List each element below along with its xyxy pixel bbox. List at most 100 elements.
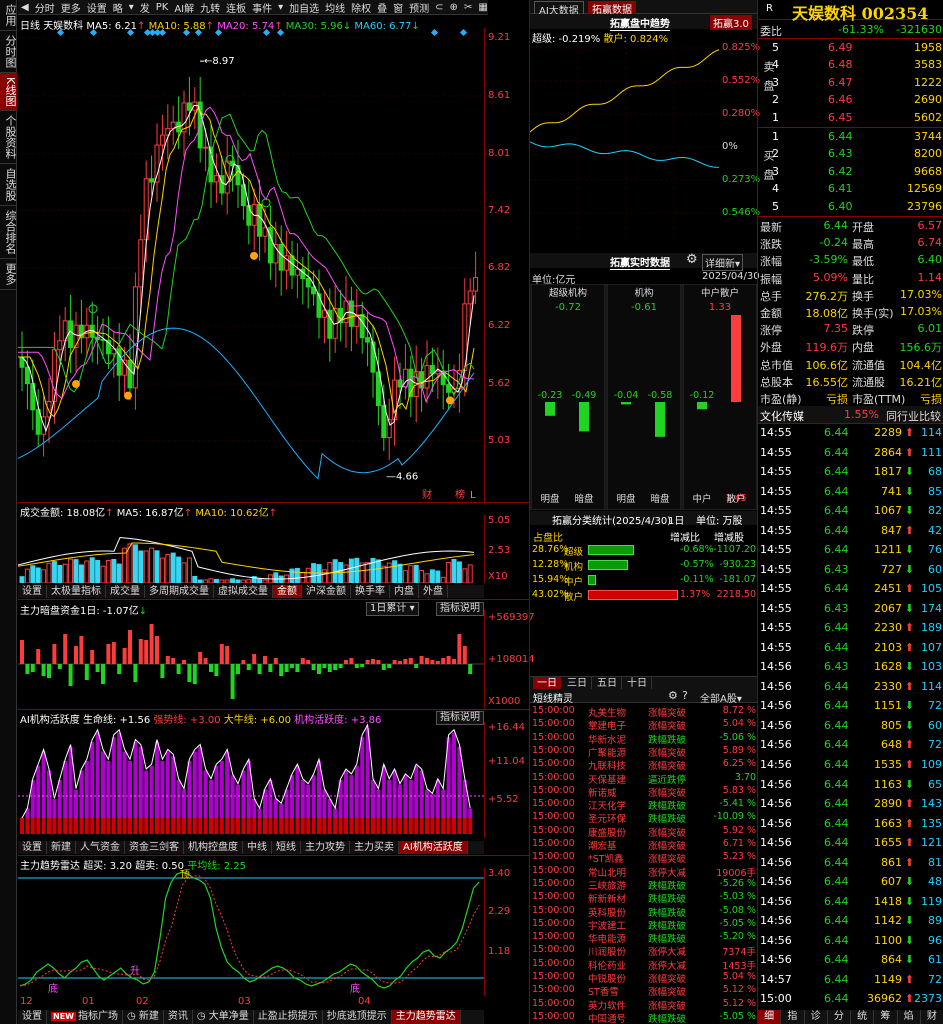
- event-diamond-icon[interactable]: [158, 28, 167, 37]
- volume-tab-0[interactable]: 设置: [18, 585, 47, 598]
- tick-row[interactable]: 14:56 6.44 1100 ⬇ 96: [758, 932, 943, 949]
- tick-row[interactable]: 14:55 6.44 741 ⬇ 85: [758, 483, 943, 500]
- event-diamond-icon[interactable]: [56, 28, 65, 37]
- bottom-tab-1[interactable]: NEW 指标广场: [47, 1010, 123, 1024]
- bottom-tab-5[interactable]: 止盈止损提示: [254, 1010, 323, 1024]
- event-diamond-icon[interactable]: [459, 28, 468, 37]
- sprite-row[interactable]: 15:00:00 科伦药业 涨停大减 1453手: [530, 957, 758, 972]
- industry-compare-link[interactable]: 同行业比较: [886, 408, 941, 424]
- ask-row[interactable]: 2 6.46 2690: [758, 91, 943, 108]
- tick-row[interactable]: 14:56 6.44 648 ⬆ 72: [758, 736, 943, 753]
- sprite-row[interactable]: 15:00:00 潮宏基 涨幅突破 6.71 %: [530, 837, 758, 852]
- event-diamond-icon[interactable]: [182, 28, 191, 37]
- detail-dropdown[interactable]: 详细新▾: [702, 254, 744, 271]
- sprite-row[interactable]: 15:00:00 中锐股份 涨幅突破 5.04 %: [530, 970, 758, 985]
- dropdown-icon[interactable]: ▾: [126, 2, 137, 13]
- toolbar-item-0[interactable]: 分时: [32, 0, 58, 15]
- toolbar-item-4[interactable]: 发: [137, 0, 153, 15]
- sidebar-item-4[interactable]: 自选股: [0, 164, 17, 207]
- sidebar-item-3[interactable]: 个股资料: [0, 111, 17, 165]
- kline-marker-0[interactable]: 财: [422, 488, 432, 501]
- tick-row[interactable]: 14:56 6.44 864 ⬇ 61: [758, 951, 943, 968]
- tick-row[interactable]: 14:56 6.44 1663 ⬆ 135: [758, 815, 943, 832]
- sidebar-item-2[interactable]: K线图: [0, 73, 17, 112]
- event-diamond-icon[interactable]: [214, 28, 223, 37]
- tick-row[interactable]: 14:55 6.44 1211 ⬇ 76: [758, 541, 943, 558]
- volume-tab-7[interactable]: 换手率: [351, 585, 390, 598]
- sprite-row[interactable]: 15:00:00 华新水泥 跌幅跌破 -5.06 %: [530, 731, 758, 746]
- event-diamond-icon[interactable]: [126, 28, 135, 37]
- toolbar-item-6[interactable]: AI解: [171, 0, 197, 15]
- sprite-row[interactable]: 15:00:00 新新新材 跌幅跌破 -5.03 %: [530, 890, 758, 905]
- sprite-row[interactable]: 15:00:00 宇波建工 跌幅跌破 -5.05 %: [530, 917, 758, 932]
- sprite-row[interactable]: 15:00:00 三峡旅游 跌幅跌破 -5.26 %: [530, 877, 758, 892]
- sprite-row[interactable]: 15:00:00 康盛股份 涨幅突破 5.92 %: [530, 824, 758, 839]
- sprite-row[interactable]: 15:00:00 丸美生物 涨幅突破 8.72 %: [530, 704, 758, 719]
- bottom-tab-3[interactable]: 资讯: [164, 1010, 193, 1024]
- volume-tab-9[interactable]: 外盘: [419, 585, 448, 598]
- toolbar-item-5[interactable]: PK: [153, 2, 172, 13]
- ai-tab-7[interactable]: 主力攻势: [301, 841, 350, 854]
- sprite-row[interactable]: 15:00:00 ST香雪 涨幅突破 5.12 %: [530, 983, 758, 998]
- sprite-row[interactable]: 15:00:00 华电能源 跌幅跌破 -5.20 %: [530, 930, 758, 945]
- ai-tab-4[interactable]: 机构控盘度: [184, 841, 243, 854]
- bottom-tab-6[interactable]: 抄底逃顶提示: [323, 1010, 392, 1024]
- ai-tab-3[interactable]: 资金三剑客: [125, 841, 184, 854]
- tick-row[interactable]: 14:55 6.44 2451 ⬆ 105: [758, 580, 943, 597]
- ai-tab-6[interactable]: 短线: [272, 841, 301, 854]
- toolbar-item-11[interactable]: 均线: [322, 0, 348, 15]
- sprite-row[interactable]: 15:00:00 中国通号 跌幅跌破 -5.05 %: [530, 1010, 758, 1024]
- ai-chart[interactable]: [18, 722, 484, 838]
- tick-row[interactable]: 14:56 6.43 1628 ⬇ 103: [758, 658, 943, 675]
- sprite-filter[interactable]: 全部A股▾: [700, 690, 742, 705]
- tick-row[interactable]: 14:55 6.44 1817 ⬇ 68: [758, 463, 943, 480]
- kline-marker-2[interactable]: L: [470, 490, 476, 501]
- quote-tab-3[interactable]: 分: [828, 1010, 851, 1024]
- sprite-row[interactable]: 15:00:00 江天化学 跌幅跌破 -5.41 %: [530, 797, 758, 812]
- tick-row[interactable]: 14:55 6.44 847 ⬆ 42: [758, 522, 943, 539]
- volume-tab-5[interactable]: 金额: [273, 585, 302, 598]
- toolbar-item-8[interactable]: 连板: [223, 0, 249, 15]
- signal-icon[interactable]: [72, 380, 80, 389]
- ai-tab-0[interactable]: 设置: [18, 841, 47, 854]
- signal-icon[interactable]: [250, 251, 258, 260]
- intraday-chart[interactable]: [530, 42, 720, 238]
- grid-icon[interactable]: ▦: [475, 2, 488, 13]
- event-diamond-icon[interactable]: [262, 28, 271, 37]
- bid-row[interactable]: 1 6.44 3744: [758, 128, 943, 145]
- sprite-row[interactable]: 15:00:00 英力软件 涨幅突破 5.12 %: [530, 997, 758, 1012]
- volume-tab-6[interactable]: 沪深金额: [302, 585, 351, 598]
- sprite-row[interactable]: 15:00:00 *ST凯鑫 涨幅突破 5.23 %: [530, 850, 758, 865]
- dropdown-icon[interactable]: ▾: [275, 2, 286, 13]
- toolbar-item-7[interactable]: 九转: [197, 0, 223, 15]
- bottom-tab-4[interactable]: ◷ 大单净量: [193, 1010, 254, 1024]
- capital-chart[interactable]: [18, 616, 484, 708]
- tuoying3-button[interactable]: 拓赢3.0: [710, 15, 752, 30]
- volume-chart[interactable]: [18, 515, 484, 583]
- toolbar-item-15[interactable]: 预测: [406, 0, 432, 15]
- tick-row[interactable]: 14:55 6.44 1067 ⬇ 82: [758, 502, 943, 519]
- cut-icon[interactable]: ✂: [461, 2, 475, 13]
- tick-row[interactable]: 14:56 6.44 861 ⬆ 81: [758, 854, 943, 871]
- quote-tab-2[interactable]: 诊: [805, 1010, 828, 1024]
- sidebar-item-0[interactable]: 应用: [0, 0, 17, 31]
- ai-tab-1[interactable]: 新建: [47, 841, 76, 854]
- tick-row[interactable]: 14:56 6.44 607 ⬇ 48: [758, 873, 943, 890]
- tick-row[interactable]: 14:56 6.44 1535 ⬆ 109: [758, 756, 943, 773]
- bid-row[interactable]: 4 6.41 12569: [758, 180, 943, 197]
- ai-tab-8[interactable]: 主力买卖: [350, 841, 399, 854]
- toolbar-item-13[interactable]: 叠: [374, 0, 390, 15]
- sidebar-item-5[interactable]: 综合排名: [0, 206, 17, 260]
- event-diamond-icon[interactable]: [430, 28, 439, 37]
- quote-tab-7[interactable]: 财: [921, 1010, 943, 1024]
- tick-row[interactable]: 14:55 6.43 727 ⬇ 60: [758, 561, 943, 578]
- sprite-row[interactable]: 15:00:00 常山北明 涨停大减 19006手: [530, 864, 758, 879]
- volume-tab-1[interactable]: 太极量指标: [47, 585, 106, 598]
- gear-icon[interactable]: ⚙: [686, 252, 698, 267]
- sprite-row[interactable]: 15:00:00 天保基建 逼近跌停 3.70: [530, 771, 758, 786]
- bid-row[interactable]: 2 6.43 8200: [758, 145, 943, 162]
- ask-row[interactable]: 5 6.49 1958: [758, 39, 943, 56]
- toolbar-item-10[interactable]: 加自选: [286, 0, 322, 15]
- ai-tab-2[interactable]: 人气资金: [76, 841, 125, 854]
- volume-tab-8[interactable]: 内盘: [390, 585, 419, 598]
